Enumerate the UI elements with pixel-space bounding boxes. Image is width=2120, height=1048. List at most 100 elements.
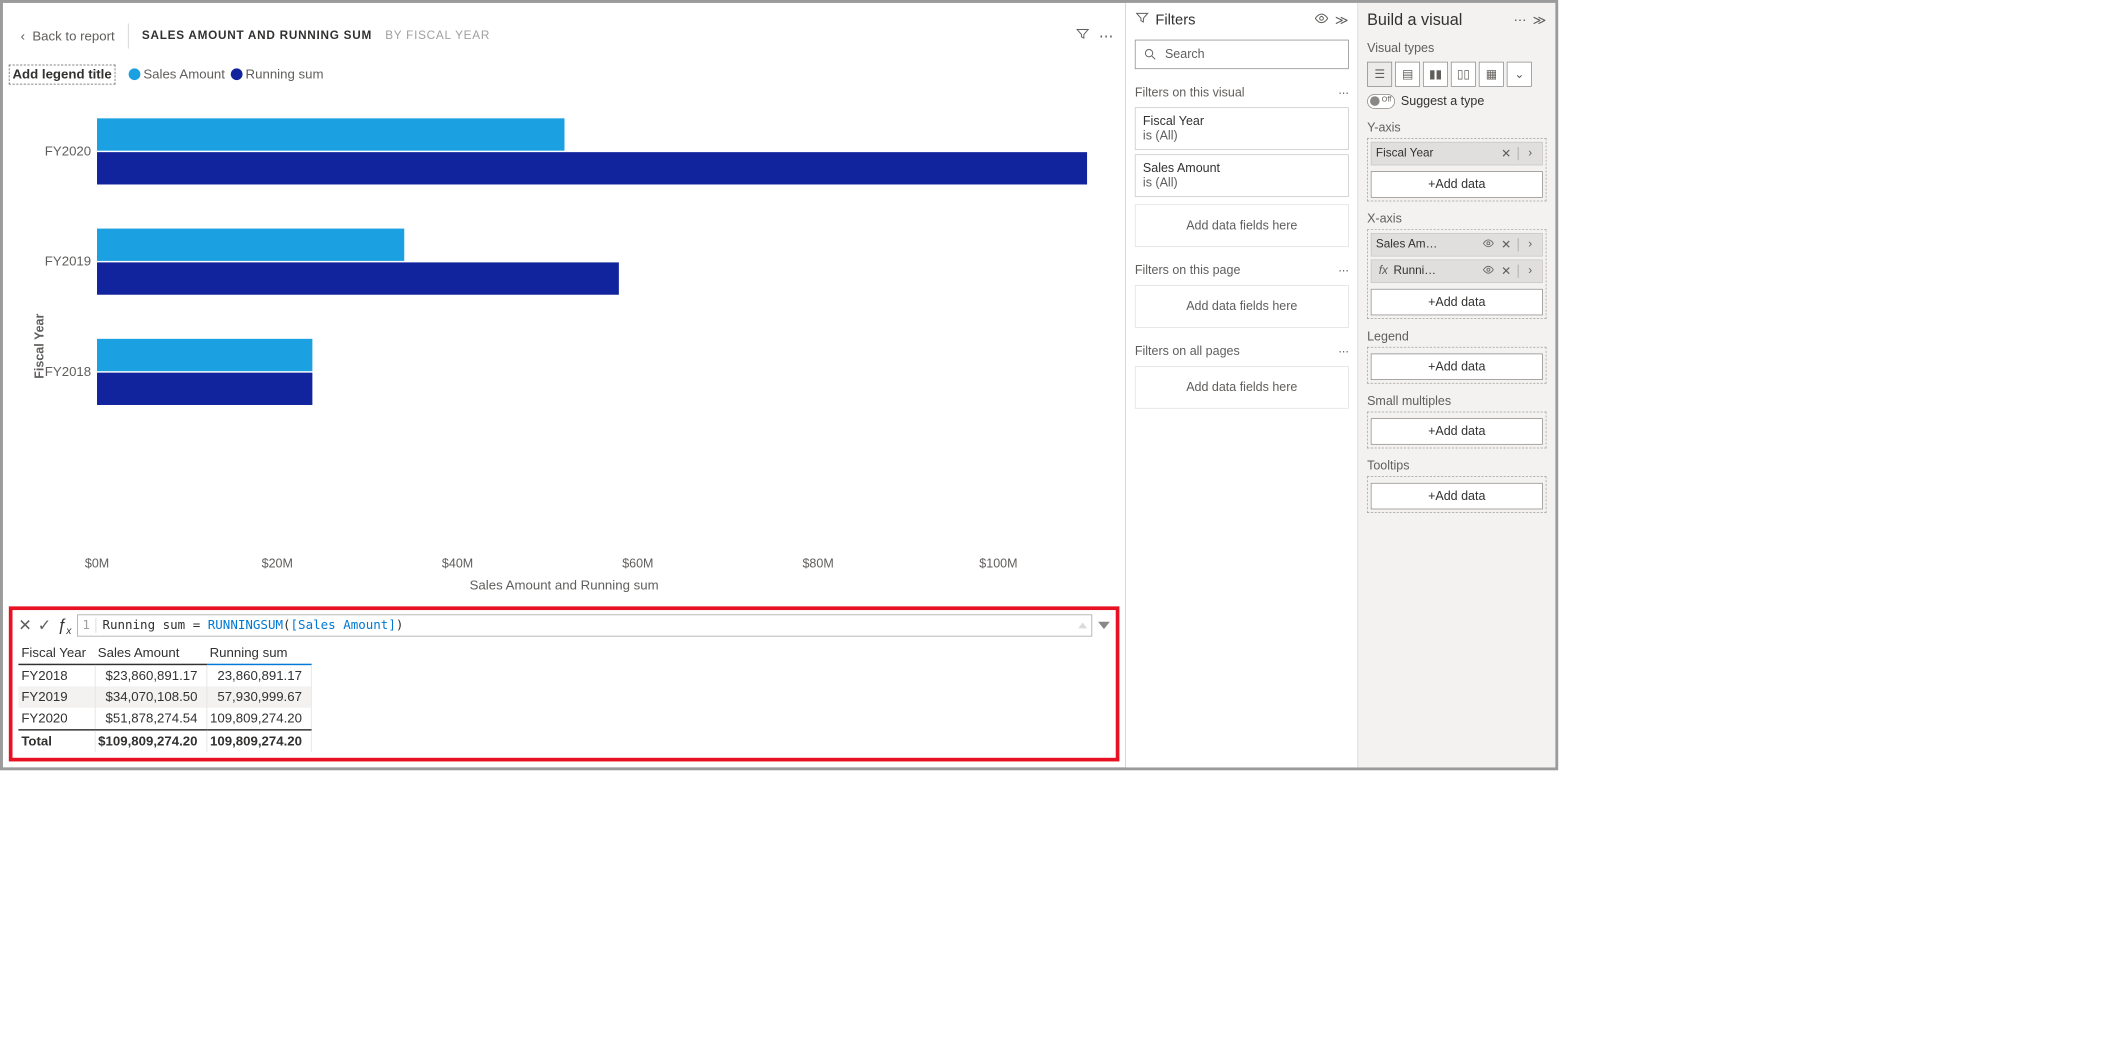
filter-card[interactable]: Sales Amountis (All) (1135, 154, 1349, 197)
visual-type-clustered-column[interactable]: ▯▯ (1451, 62, 1476, 87)
add-data-button[interactable]: +Add data (1371, 418, 1543, 444)
table-header[interactable]: Fiscal Year (18, 642, 94, 664)
search-placeholder: Search (1165, 47, 1205, 62)
visual-type-column[interactable]: ▮▮ (1423, 62, 1448, 87)
filter-card[interactable]: Fiscal Yearis (All) (1135, 107, 1349, 150)
field-well-small: Small multiples +Add data (1358, 390, 1555, 455)
filters-page-more-icon[interactable]: ⋯ (1338, 264, 1348, 276)
well-chips[interactable]: +Add data (1367, 412, 1546, 449)
more-icon[interactable]: ⋯ (1099, 27, 1114, 45)
separator (128, 24, 129, 49)
filter-field-name: Fiscal Year (1143, 114, 1341, 129)
suggest-type-toggle[interactable]: Off (1367, 94, 1395, 109)
visual-type-clustered-bar[interactable]: ▤ (1395, 62, 1420, 87)
collapse-pane-icon[interactable]: ≫ (1335, 12, 1349, 27)
filters-visual-more-icon[interactable]: ⋯ (1338, 86, 1348, 98)
cancel-formula-button[interactable]: ✕ (18, 616, 32, 635)
formula-table-block: ✕ ✓ ƒx 1 Running sum = RUNNINGSUM([Sales… (9, 606, 1120, 761)
legend: Add legend title Sales Amount Running sum (3, 56, 1125, 89)
filters-all-more-icon[interactable]: ⋯ (1338, 345, 1348, 357)
well-chips[interactable]: +Add data (1367, 347, 1546, 384)
chip-remove-icon[interactable]: ✕ (1499, 237, 1514, 252)
bar-running-sum[interactable] (97, 262, 619, 294)
well-chips[interactable]: Fiscal Year✕›+Add data (1367, 138, 1546, 201)
visual-types-row: ☰ ▤ ▮▮ ▯▯ ▦ ⌄ (1358, 59, 1555, 90)
filters-all-title: Filters on all pages (1135, 344, 1240, 359)
well-label: Legend (1367, 329, 1546, 344)
field-well-legend: Legend +Add data (1358, 325, 1555, 390)
legend-title-placeholder[interactable]: Add legend title (9, 65, 116, 85)
bar-running-sum[interactable] (97, 152, 1087, 184)
fx-icon[interactable]: ƒx (57, 615, 71, 636)
filters-all-dropzone[interactable]: Add data fields here (1135, 366, 1349, 409)
visual-type-more[interactable]: ⌄ (1507, 62, 1532, 87)
build-collapse-icon[interactable]: ≫ (1533, 12, 1547, 27)
field-well-tooltips: Tooltips +Add data (1358, 454, 1555, 519)
chip-chevron-icon[interactable]: › (1523, 238, 1538, 251)
well-label: Tooltips (1367, 459, 1546, 474)
eye-icon[interactable] (1314, 11, 1329, 29)
filter-field-name: Sales Amount (1143, 161, 1341, 176)
visual-type-stacked-bar[interactable]: ☰ (1367, 62, 1392, 87)
visual-type-table[interactable]: ▦ (1479, 62, 1504, 87)
legend-label: Sales Amount (143, 67, 225, 82)
x-tick-label: $60M (622, 556, 653, 571)
build-more-icon[interactable]: ⋯ (1513, 12, 1526, 27)
x-tick-label: $80M (802, 556, 833, 571)
bar-sales-amount[interactable] (97, 118, 565, 150)
commit-formula-button[interactable]: ✓ (38, 616, 52, 635)
formula-line-number: 1 (82, 618, 96, 633)
add-data-button[interactable]: +Add data (1371, 354, 1543, 380)
x-tick-label: $40M (442, 556, 473, 571)
build-visual-pane: Build a visual ⋯ ≫ Visual types ☰ ▤ ▮▮ ▯… (1358, 3, 1555, 767)
filters-search-input[interactable]: Search (1135, 40, 1349, 69)
filters-visual-dropzone[interactable]: Add data fields here (1135, 204, 1349, 247)
visual-title-main: SALES AMOUNT AND RUNNING SUM (142, 29, 372, 42)
chip-name: Runni… (1394, 265, 1479, 278)
chip-chevron-icon[interactable]: › (1523, 265, 1538, 278)
filters-page-dropzone[interactable]: Add data fields here (1135, 285, 1349, 328)
table-total-row: Total$109,809,274.20109,809,274.20 (18, 730, 311, 752)
table-header[interactable]: Running sum (207, 642, 311, 664)
data-table: Fiscal YearSales AmountRunning sumFY2018… (18, 642, 311, 752)
legend-label: Running sum (246, 67, 324, 82)
add-data-button[interactable]: +Add data (1371, 483, 1543, 509)
chip-eye-icon[interactable] (1481, 237, 1496, 252)
add-data-button[interactable]: +Add data (1371, 289, 1543, 315)
filter-field-value: is (All) (1143, 176, 1341, 191)
formula-expand-up-icon[interactable] (1078, 623, 1087, 629)
chip-remove-icon[interactable]: ✕ (1499, 264, 1514, 279)
chip-remove-icon[interactable]: ✕ (1499, 146, 1514, 161)
chip-eye-icon[interactable] (1481, 263, 1496, 278)
table-row[interactable]: FY2020$51,878,274.54109,809,274.20 (18, 708, 311, 730)
build-title: Build a visual (1367, 10, 1462, 29)
bar-running-sum[interactable] (97, 373, 312, 405)
table-row[interactable]: FY2019$34,070,108.5057,930,999.67 (18, 686, 311, 707)
field-chip[interactable]: Sales Am… ✕ › (1371, 233, 1543, 257)
field-chip[interactable]: fxRunni… ✕ › (1371, 259, 1543, 283)
filters-page-title: Filters on this page (1135, 263, 1241, 278)
well-label: Small multiples (1367, 394, 1546, 409)
table-header[interactable]: Sales Amount (95, 642, 207, 664)
back-label: Back to report (32, 28, 114, 43)
formula-input[interactable]: 1 Running sum = RUNNINGSUM([Sales Amount… (77, 614, 1092, 636)
bar-sales-amount[interactable] (97, 339, 312, 371)
fx-chip-icon: fx (1376, 265, 1391, 278)
filter-icon[interactable] (1075, 26, 1090, 45)
chip-chevron-icon[interactable]: › (1523, 147, 1538, 160)
filters-pane: Filters ≫ Search Filters on this visual … (1126, 3, 1358, 767)
bar-sales-amount[interactable] (97, 229, 404, 261)
visual-title-sub: BY FISCAL YEAR (385, 29, 490, 42)
chip-name: Sales Am… (1376, 238, 1478, 251)
well-label: Y-axis (1367, 121, 1546, 136)
add-data-button[interactable]: +Add data (1371, 171, 1543, 197)
formula-expand-down-icon[interactable] (1098, 622, 1110, 629)
back-to-report-link[interactable]: ‹ Back to report (21, 28, 115, 43)
well-chips[interactable]: Sales Am… ✕ › fxRunni… ✕ › +Add data (1367, 229, 1546, 319)
field-well-y: Y-axisFiscal Year✕›+Add data (1358, 116, 1555, 207)
table-row[interactable]: FY2018$23,860,891.1723,860,891.17 (18, 664, 311, 686)
well-chips[interactable]: +Add data (1367, 476, 1546, 513)
field-well-x: X-axisSales Am…✕›fxRunni…✕›+Add data (1358, 207, 1555, 325)
field-chip[interactable]: Fiscal Year✕› (1371, 142, 1543, 166)
y-category-label: FY2018 (18, 364, 92, 379)
